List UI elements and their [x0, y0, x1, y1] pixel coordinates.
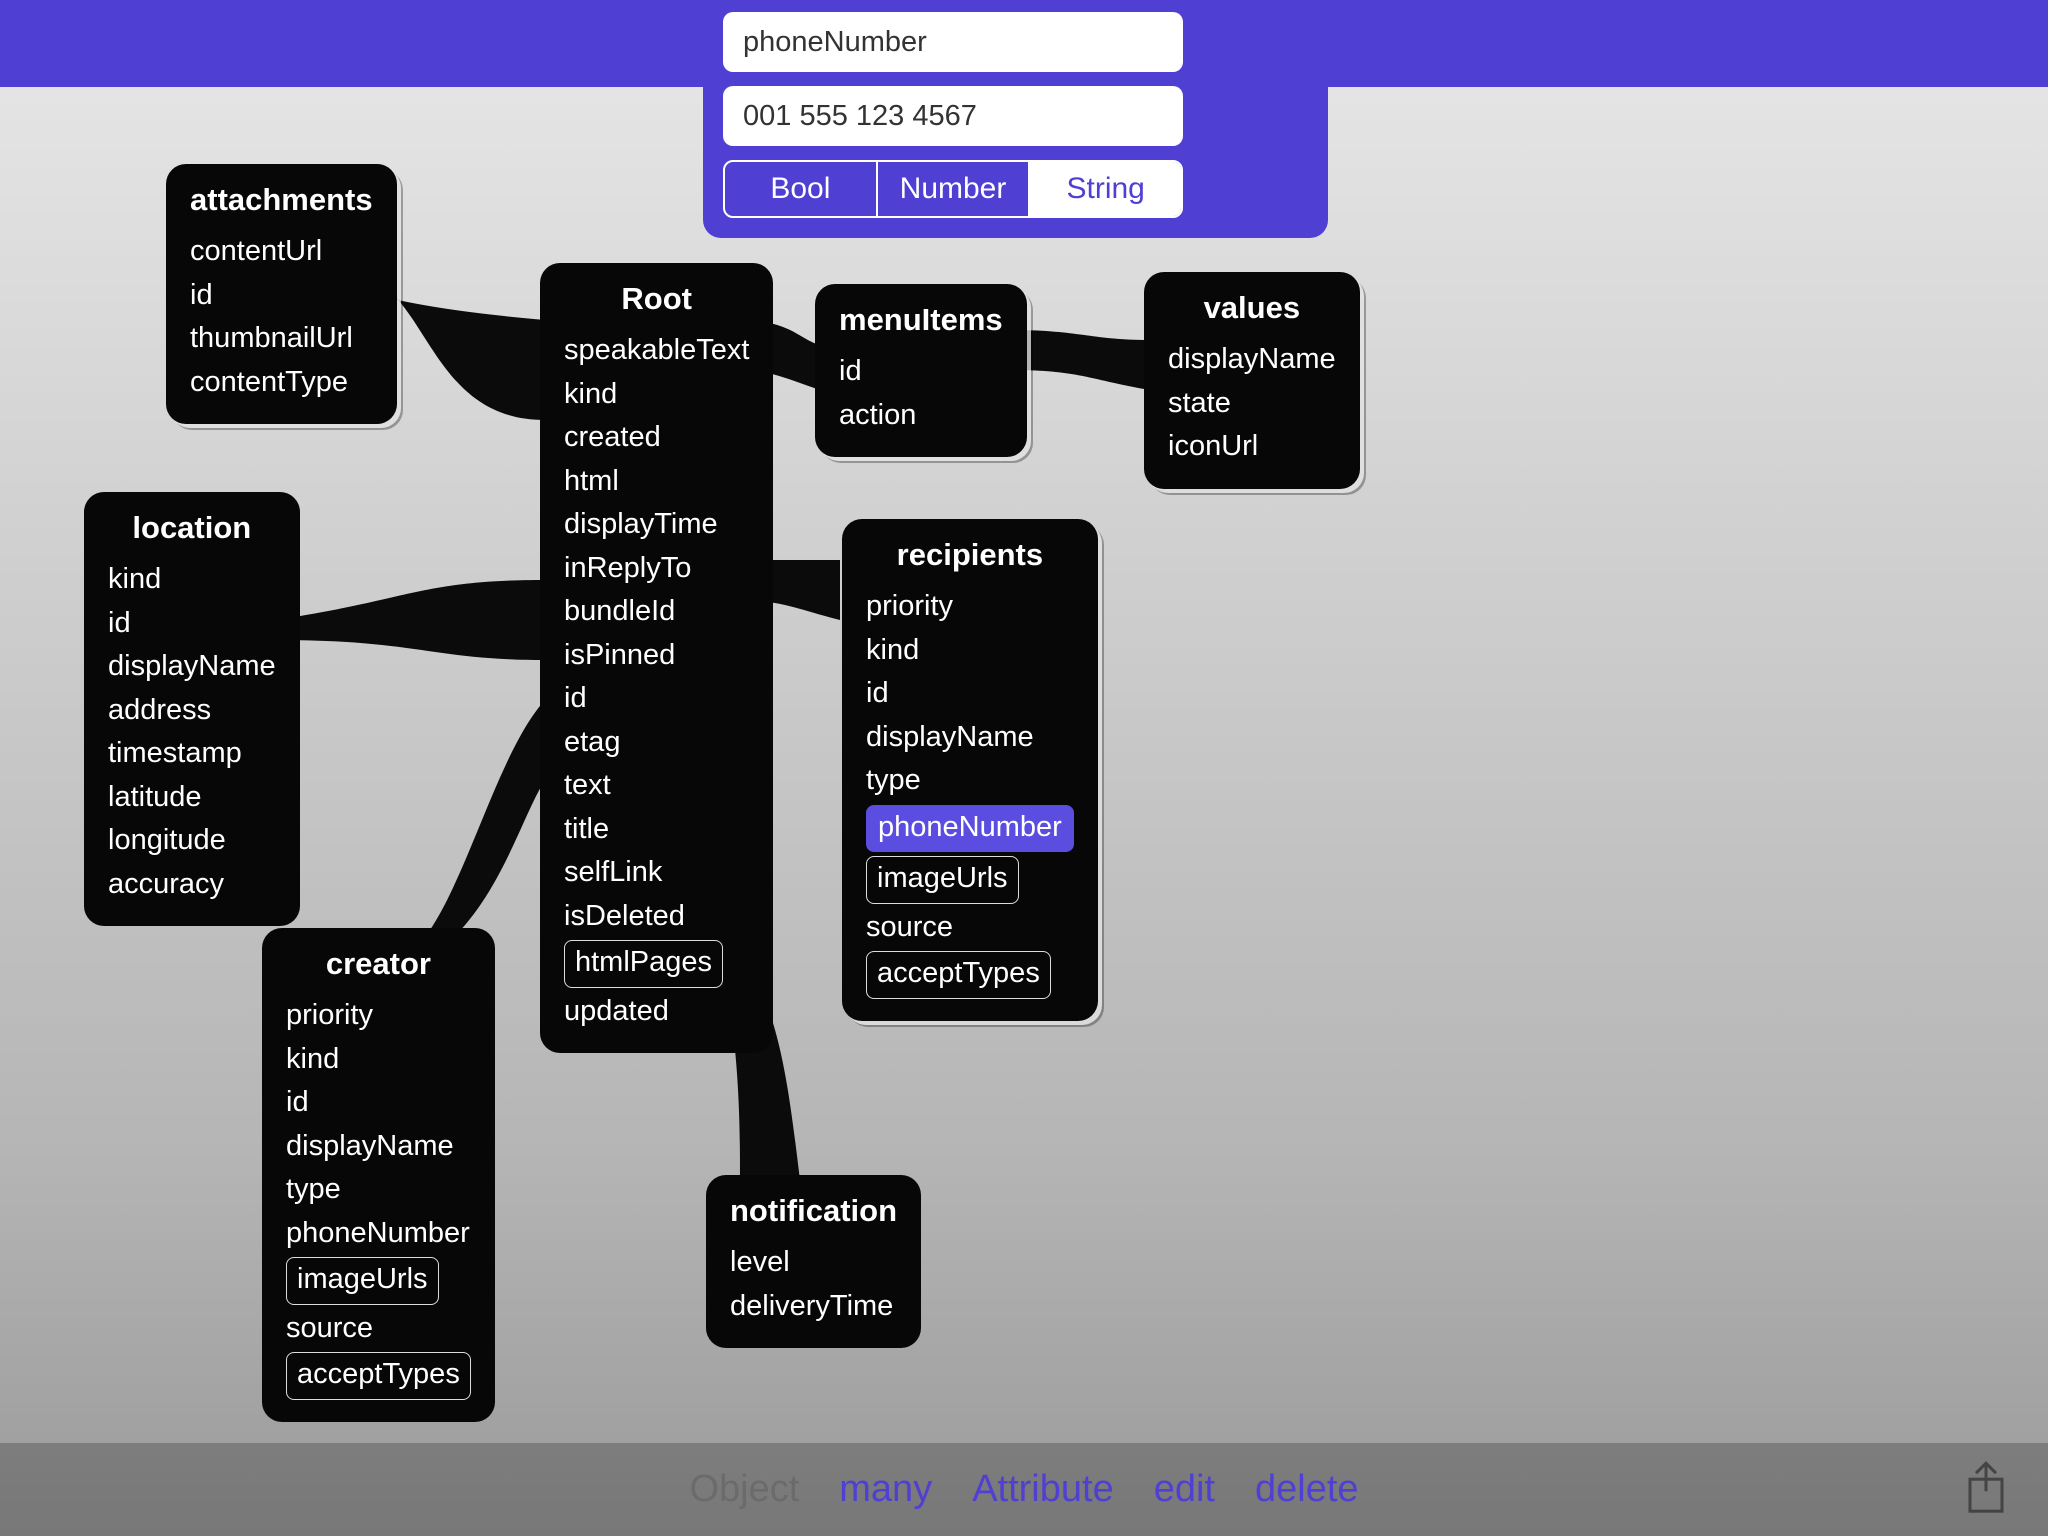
- toolbar-edit-button[interactable]: edit: [1154, 1468, 1215, 1511]
- attr-displayName[interactable]: displayName: [1168, 338, 1336, 382]
- bottom-toolbar: Object many Attribute edit delete: [0, 1443, 2048, 1536]
- attr-phoneNumber[interactable]: phoneNumber: [286, 1212, 471, 1256]
- attr-isDeleted[interactable]: isDeleted: [564, 895, 749, 939]
- card-title: creator: [286, 946, 471, 982]
- attr-inReplyTo[interactable]: inReplyTo: [564, 547, 749, 591]
- toolbar-delete-button[interactable]: delete: [1255, 1468, 1359, 1511]
- share-icon[interactable]: [1964, 1459, 2008, 1515]
- attr-deliveryTime[interactable]: deliveryTime: [730, 1285, 897, 1329]
- toolbar-object-button: Object: [689, 1468, 799, 1511]
- attr-type[interactable]: type: [286, 1168, 471, 1212]
- attribute-editor-panel: Bool Number String: [703, 0, 1328, 238]
- attr-state[interactable]: state: [1168, 382, 1336, 426]
- card-title: values: [1168, 290, 1336, 326]
- attr-text[interactable]: text: [564, 764, 749, 808]
- attr-imageUrls[interactable]: imageUrls: [866, 856, 1019, 904]
- attr-isPinned[interactable]: isPinned: [564, 634, 749, 678]
- attr-displayName[interactable]: displayName: [108, 645, 276, 689]
- card-recipients[interactable]: recipients priority kind id displayName …: [842, 519, 1098, 1021]
- attr-id[interactable]: id: [564, 677, 749, 721]
- card-title: notification: [730, 1193, 897, 1229]
- attr-displayName[interactable]: displayName: [866, 716, 1074, 760]
- card-title: menuItems: [839, 302, 1003, 338]
- card-title: Root: [564, 281, 749, 317]
- attr-source[interactable]: source: [286, 1307, 471, 1351]
- card-title: recipients: [866, 537, 1074, 573]
- attr-level[interactable]: level: [730, 1241, 897, 1285]
- attr-priority[interactable]: priority: [866, 585, 1074, 629]
- attr-id[interactable]: id: [839, 350, 1003, 394]
- attr-source[interactable]: source: [866, 906, 1074, 950]
- attr-displayTime[interactable]: displayTime: [564, 503, 749, 547]
- attr-id[interactable]: id: [286, 1081, 471, 1125]
- attr-contentType[interactable]: contentType: [190, 361, 373, 405]
- card-menuitems[interactable]: menuItems id action: [815, 284, 1027, 457]
- attr-htmlPages[interactable]: htmlPages: [564, 940, 723, 988]
- attr-id[interactable]: id: [866, 672, 1074, 716]
- card-location[interactable]: location kind id displayName address tim…: [84, 492, 300, 926]
- attr-phoneNumber-selected[interactable]: phoneNumber: [866, 805, 1074, 853]
- attr-created[interactable]: created: [564, 416, 749, 460]
- attr-title[interactable]: title: [564, 808, 749, 852]
- card-root[interactable]: Root speakableText kind created html dis…: [540, 263, 773, 1053]
- attribute-value-input[interactable]: [723, 86, 1183, 146]
- attr-bundleId[interactable]: bundleId: [564, 590, 749, 634]
- attribute-name-input[interactable]: [723, 12, 1183, 72]
- attr-kind[interactable]: kind: [108, 558, 276, 602]
- type-segment-bool[interactable]: Bool: [725, 162, 876, 216]
- card-values[interactable]: values displayName state iconUrl: [1144, 272, 1360, 489]
- attr-acceptTypes[interactable]: acceptTypes: [286, 1352, 471, 1400]
- attr-kind[interactable]: kind: [564, 373, 749, 417]
- toolbar-many-button[interactable]: many: [839, 1468, 932, 1511]
- attr-iconUrl[interactable]: iconUrl: [1168, 425, 1336, 469]
- attr-selfLink[interactable]: selfLink: [564, 851, 749, 895]
- attr-thumbnailUrl[interactable]: thumbnailUrl: [190, 317, 373, 361]
- card-title: location: [108, 510, 276, 546]
- attr-longitude[interactable]: longitude: [108, 819, 276, 863]
- attr-type[interactable]: type: [866, 759, 1074, 803]
- attr-html[interactable]: html: [564, 460, 749, 504]
- type-segment-string[interactable]: String: [1028, 162, 1181, 216]
- card-title: attachments: [190, 182, 373, 218]
- attr-etag[interactable]: etag: [564, 721, 749, 765]
- attr-acceptTypes[interactable]: acceptTypes: [866, 951, 1051, 999]
- attr-timestamp[interactable]: timestamp: [108, 732, 276, 776]
- attr-address[interactable]: address: [108, 689, 276, 733]
- card-creator[interactable]: creator priority kind id displayName typ…: [262, 928, 495, 1422]
- attr-priority[interactable]: priority: [286, 994, 471, 1038]
- attr-action[interactable]: action: [839, 394, 1003, 438]
- attr-displayName[interactable]: displayName: [286, 1125, 471, 1169]
- type-segmented-control: Bool Number String: [723, 160, 1183, 218]
- card-attachments[interactable]: attachments contentUrl id thumbnailUrl c…: [166, 164, 397, 424]
- attr-id[interactable]: id: [108, 602, 276, 646]
- type-segment-number[interactable]: Number: [876, 162, 1029, 216]
- attr-accuracy[interactable]: accuracy: [108, 863, 276, 907]
- attr-updated[interactable]: updated: [564, 990, 749, 1034]
- card-notification[interactable]: notification level deliveryTime: [706, 1175, 921, 1348]
- attr-kind[interactable]: kind: [286, 1038, 471, 1082]
- attr-kind[interactable]: kind: [866, 629, 1074, 673]
- attr-imageUrls[interactable]: imageUrls: [286, 1257, 439, 1305]
- toolbar-attribute-button[interactable]: Attribute: [972, 1468, 1114, 1511]
- attr-contentUrl[interactable]: contentUrl: [190, 230, 373, 274]
- attr-latitude[interactable]: latitude: [108, 776, 276, 820]
- attr-id[interactable]: id: [190, 274, 373, 318]
- attr-speakableText[interactable]: speakableText: [564, 329, 749, 373]
